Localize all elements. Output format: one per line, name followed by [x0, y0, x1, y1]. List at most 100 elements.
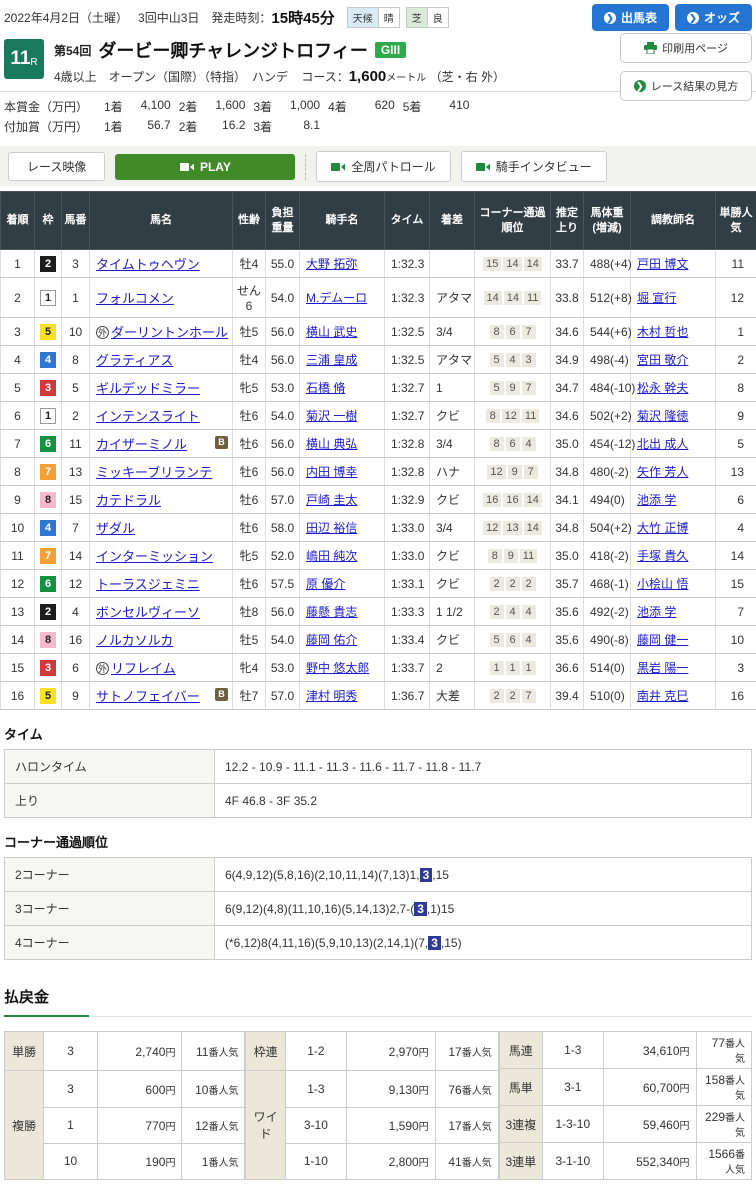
trainer-link[interactable]: 堀 宣行	[637, 291, 676, 305]
trainer-link[interactable]: 池添 学	[637, 493, 676, 507]
patrol-video-button[interactable]: 全周パトロール	[316, 151, 450, 182]
body-weight: 488(+4)	[584, 250, 631, 278]
play-button[interactable]: PLAY	[115, 154, 295, 180]
jockey-link[interactable]: 藤懸 貴志	[306, 605, 357, 619]
trainer-link[interactable]: 小桧山 悟	[637, 577, 688, 591]
trainer-link[interactable]: 手塚 貴久	[637, 549, 688, 563]
turf-label: 芝	[407, 8, 427, 27]
time-row-value: 4F 46.8 - 3F 35.2	[215, 784, 752, 818]
last-3f-time: 36.6	[551, 654, 584, 682]
jockey-link[interactable]: 野中 悠太郎	[306, 661, 369, 675]
result-row: 7 6 11 カイザーミノル B 牡6 56.0 横山 典弘 1:32.8 3/…	[1, 430, 756, 458]
col-horse-number: 馬番	[62, 192, 90, 250]
horse-name-link[interactable]: タイムトゥヘヴン	[96, 257, 200, 272]
result-row: 1 2 3 タイムトゥヘヴン 牡4 55.0 大野 拓弥 1:32.3 1514…	[1, 250, 756, 278]
jockey-link[interactable]: 三浦 皇成	[306, 353, 357, 367]
trainer-link[interactable]: 黒岩 陽一	[637, 661, 688, 675]
print-page-button[interactable]: 印刷用ページ	[620, 33, 752, 63]
payout-group-bracket-wide: 枠連 1-2 2,970円 17番人気 ワイド 1-3 9,130円 76番人気…	[245, 1031, 498, 1180]
horse-name-link[interactable]: ミッキーブリランテ	[96, 465, 212, 480]
horse-name-link[interactable]: インテンスライト	[96, 409, 200, 424]
trainer-link[interactable]: 藤岡 健一	[637, 633, 688, 647]
jockey-link[interactable]: 横山 武史	[306, 325, 357, 339]
sex-age: 牡6	[233, 486, 266, 514]
bet-type-trifecta: 3連単	[499, 1143, 542, 1180]
top-info-bar: 2022年4月2日（土曜） 3回中山3日 発走時刻： 15時45分 天候 晴 芝…	[0, 0, 756, 33]
horse-name-link[interactable]: サトノフェイバー	[96, 689, 200, 704]
margin: アタマ	[430, 278, 475, 318]
trainer-link[interactable]: 木村 哲也	[637, 325, 688, 339]
race-number: 11	[10, 48, 30, 70]
horse-name-link[interactable]: ノルカソルカ	[96, 633, 173, 648]
jockey-link[interactable]: M.デムーロ	[306, 291, 367, 305]
body-weight: 480(-2)	[584, 458, 631, 486]
corner-order: 161614	[475, 486, 551, 514]
odds-button[interactable]: ❯ オッズ	[675, 4, 752, 31]
main-prize-label: 本賞金（万円）	[4, 98, 96, 115]
race-header: 11 R 第54回 ダービー卿チャレンジトロフィー GIII 4歳以上 オープン…	[0, 33, 756, 92]
horse-name-link[interactable]: トーラスジェミニ	[96, 577, 200, 592]
jockey-link[interactable]: 石橋 脩	[306, 381, 345, 395]
trainer-link[interactable]: 菊沢 隆徳	[637, 409, 688, 423]
results-guide-label: レース結果の見方	[651, 78, 738, 94]
bracket-number: 4	[40, 520, 56, 536]
bracket-number: 2	[40, 604, 56, 620]
horse-name-link[interactable]: 外リフレイム	[96, 661, 176, 676]
horse-name-link[interactable]: ザダル	[96, 521, 135, 536]
jockey-link[interactable]: 横山 典弘	[306, 437, 357, 451]
prize-item: 3着1,000	[245, 98, 320, 115]
jockey-interview-button[interactable]: 騎手インタビュー	[461, 151, 607, 182]
corner-order: 141411	[475, 278, 551, 318]
results-guide-button[interactable]: ❯ レース結果の見方	[620, 71, 752, 101]
col-win-popularity: 単勝人気	[716, 192, 756, 250]
print-page-label: 印刷用ページ	[662, 40, 728, 56]
carried-weight: 55.0	[266, 250, 300, 278]
horse-name-link[interactable]: フォルコメン	[96, 291, 174, 306]
bracket-number: 3	[40, 380, 56, 396]
jockey-link[interactable]: 津村 明秀	[306, 689, 357, 703]
carried-weight: 53.0	[266, 654, 300, 682]
trainer-link[interactable]: 南井 克巳	[637, 689, 688, 703]
horse-number: 9	[62, 682, 90, 710]
finish-position: 14	[1, 626, 35, 654]
finish-time: 1:32.3	[385, 278, 430, 318]
horse-name-link[interactable]: 外ダーリントンホール	[96, 325, 228, 340]
col-margin: 着差	[430, 192, 475, 250]
payout-row-exacta: 馬単 3-1 60,700円 158番人気	[499, 1069, 751, 1106]
trainer-link[interactable]: 池添 学	[637, 605, 676, 619]
horse-number: 5	[62, 374, 90, 402]
bracket-number: 8	[40, 492, 56, 508]
horse-name-link[interactable]: ボンセルヴィーソ	[96, 605, 200, 620]
entries-button[interactable]: ❯ 出馬表	[592, 4, 669, 31]
jockey-link[interactable]: 大野 拓弥	[306, 257, 357, 271]
jockey-link[interactable]: 原 優介	[306, 577, 345, 591]
finish-position: 3	[1, 318, 35, 346]
jockey-link[interactable]: 菊沢 一樹	[306, 409, 357, 423]
horse-name-link[interactable]: カイザーミノル	[96, 437, 187, 452]
horse-name-link[interactable]: カテドラル	[96, 493, 161, 508]
last-3f-time: 34.9	[551, 346, 584, 374]
trainer-link[interactable]: 戸田 博文	[637, 257, 688, 271]
horse-name-link[interactable]: ギルデッドミラー	[96, 381, 200, 396]
finish-time: 1:32.5	[385, 318, 430, 346]
horse-name-link[interactable]: インターミッション	[96, 549, 213, 564]
jockey-link[interactable]: 田辺 裕信	[306, 521, 357, 535]
trainer-link[interactable]: 松永 幹夫	[637, 381, 688, 395]
trainer-link[interactable]: 宮田 敬介	[637, 353, 688, 367]
jockey-link[interactable]: 内田 博幸	[306, 465, 357, 479]
corner-order: 543	[475, 346, 551, 374]
payout-group-win-place: 単勝 3 2,740円 11番人気 複勝 3 600円 10番人気 1 770円…	[4, 1031, 245, 1180]
last-3f-time: 34.8	[551, 458, 584, 486]
jockey-link[interactable]: 嶋田 純次	[306, 549, 357, 563]
horse-name-link[interactable]: グラティアス	[96, 353, 173, 368]
trainer-link[interactable]: 矢作 芳人	[637, 465, 688, 479]
trainer-link[interactable]: 大竹 正博	[637, 521, 688, 535]
trainer-link[interactable]: 北出 成人	[637, 437, 688, 451]
jockey-link[interactable]: 藤岡 佑介	[306, 633, 357, 647]
sex-age: 牡8	[233, 598, 266, 626]
divider	[305, 154, 306, 180]
sex-age: 牡4	[233, 346, 266, 374]
jockey-link[interactable]: 戸崎 圭太	[306, 493, 357, 507]
corner-order: 222	[475, 570, 551, 598]
result-row: 4 4 8 グラティアス 牡4 56.0 三浦 皇成 1:32.5 アタマ 54…	[1, 346, 756, 374]
